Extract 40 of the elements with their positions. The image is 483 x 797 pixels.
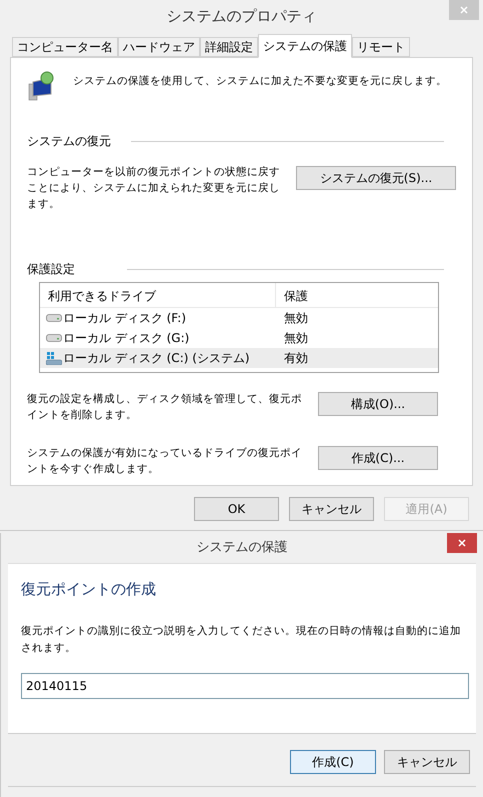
dialog-button[interactable]: 作成(C) — [290, 750, 376, 774]
drive-icon — [46, 314, 62, 322]
window-title: システムのプロパティ — [166, 6, 316, 28]
tab[interactable]: コンピューター名 — [12, 37, 118, 57]
section-heading: システムの復元 — [27, 133, 111, 150]
column-header[interactable]: 保護 — [276, 283, 438, 307]
close-button[interactable] — [447, 533, 477, 553]
drive-icon — [46, 334, 62, 342]
drive-row[interactable]: ローカル ディスク (G:) 無効 — [40, 328, 438, 348]
system-drive-icon — [46, 351, 62, 365]
drive-name: ローカル ディスク (F:) — [63, 310, 186, 327]
dialog-button[interactable]: 作成(C)... — [318, 446, 438, 470]
close-icon — [460, 6, 468, 14]
protection-status: 無効 — [283, 330, 308, 347]
drive-row[interactable]: ローカル ディスク (C:) (システム) 有効 — [40, 348, 438, 368]
dialog-title: システムの保護 — [196, 539, 288, 558]
dialog-button[interactable]: 構成(O)... — [318, 392, 438, 416]
drive-name: ローカル ディスク (C:) (システム) — [63, 350, 250, 367]
dialog-button[interactable]: システムの復元(S)... — [296, 166, 456, 190]
section-heading: 保護設定 — [27, 261, 75, 278]
protection-status: 有効 — [283, 350, 308, 367]
tab[interactable]: 詳細設定 — [200, 37, 258, 57]
tab[interactable]: ハードウェア — [118, 37, 200, 57]
tab[interactable]: システムの保護 — [258, 34, 352, 58]
dialog-heading: 復元ポイントの作成 — [21, 579, 157, 600]
prompt-text: 復元ポイントの識別に役立つ説明を入力してください。現在の日時の情報は自動的に追加されます。 — [21, 624, 462, 656]
action-description: システムの保護が有効になっているドライブの復元ポイントを今すぐ作成します。 — [27, 446, 302, 477]
action-description: 復元の設定を構成し、ディスク領域を管理して、復元ポイントを削除します。 — [27, 392, 302, 423]
description-input[interactable]: 20140115 — [21, 672, 469, 698]
intro-text: システムの保護を使用して、システムに加えた不要な変更を元に戻します。 — [73, 74, 447, 89]
dialog-button[interactable]: キャンセル — [289, 497, 374, 521]
dialog-button[interactable]: キャンセル — [384, 750, 470, 774]
restore-description: コンピューターを以前の復元ポイントの状態に戻すことにより、システムに加えられた変更を元に戻します。 — [27, 165, 281, 212]
drive-name: ローカル ディスク (G:) — [63, 330, 190, 347]
dialog-button[interactable]: OK — [194, 497, 279, 521]
drive-row[interactable]: ローカル ディスク (F:) 無効 — [40, 308, 438, 328]
column-header[interactable]: 利用できるドライブ — [40, 283, 276, 307]
protection-status: 無効 — [283, 310, 308, 327]
close-icon — [458, 539, 466, 547]
tab[interactable]: リモート — [352, 37, 410, 57]
